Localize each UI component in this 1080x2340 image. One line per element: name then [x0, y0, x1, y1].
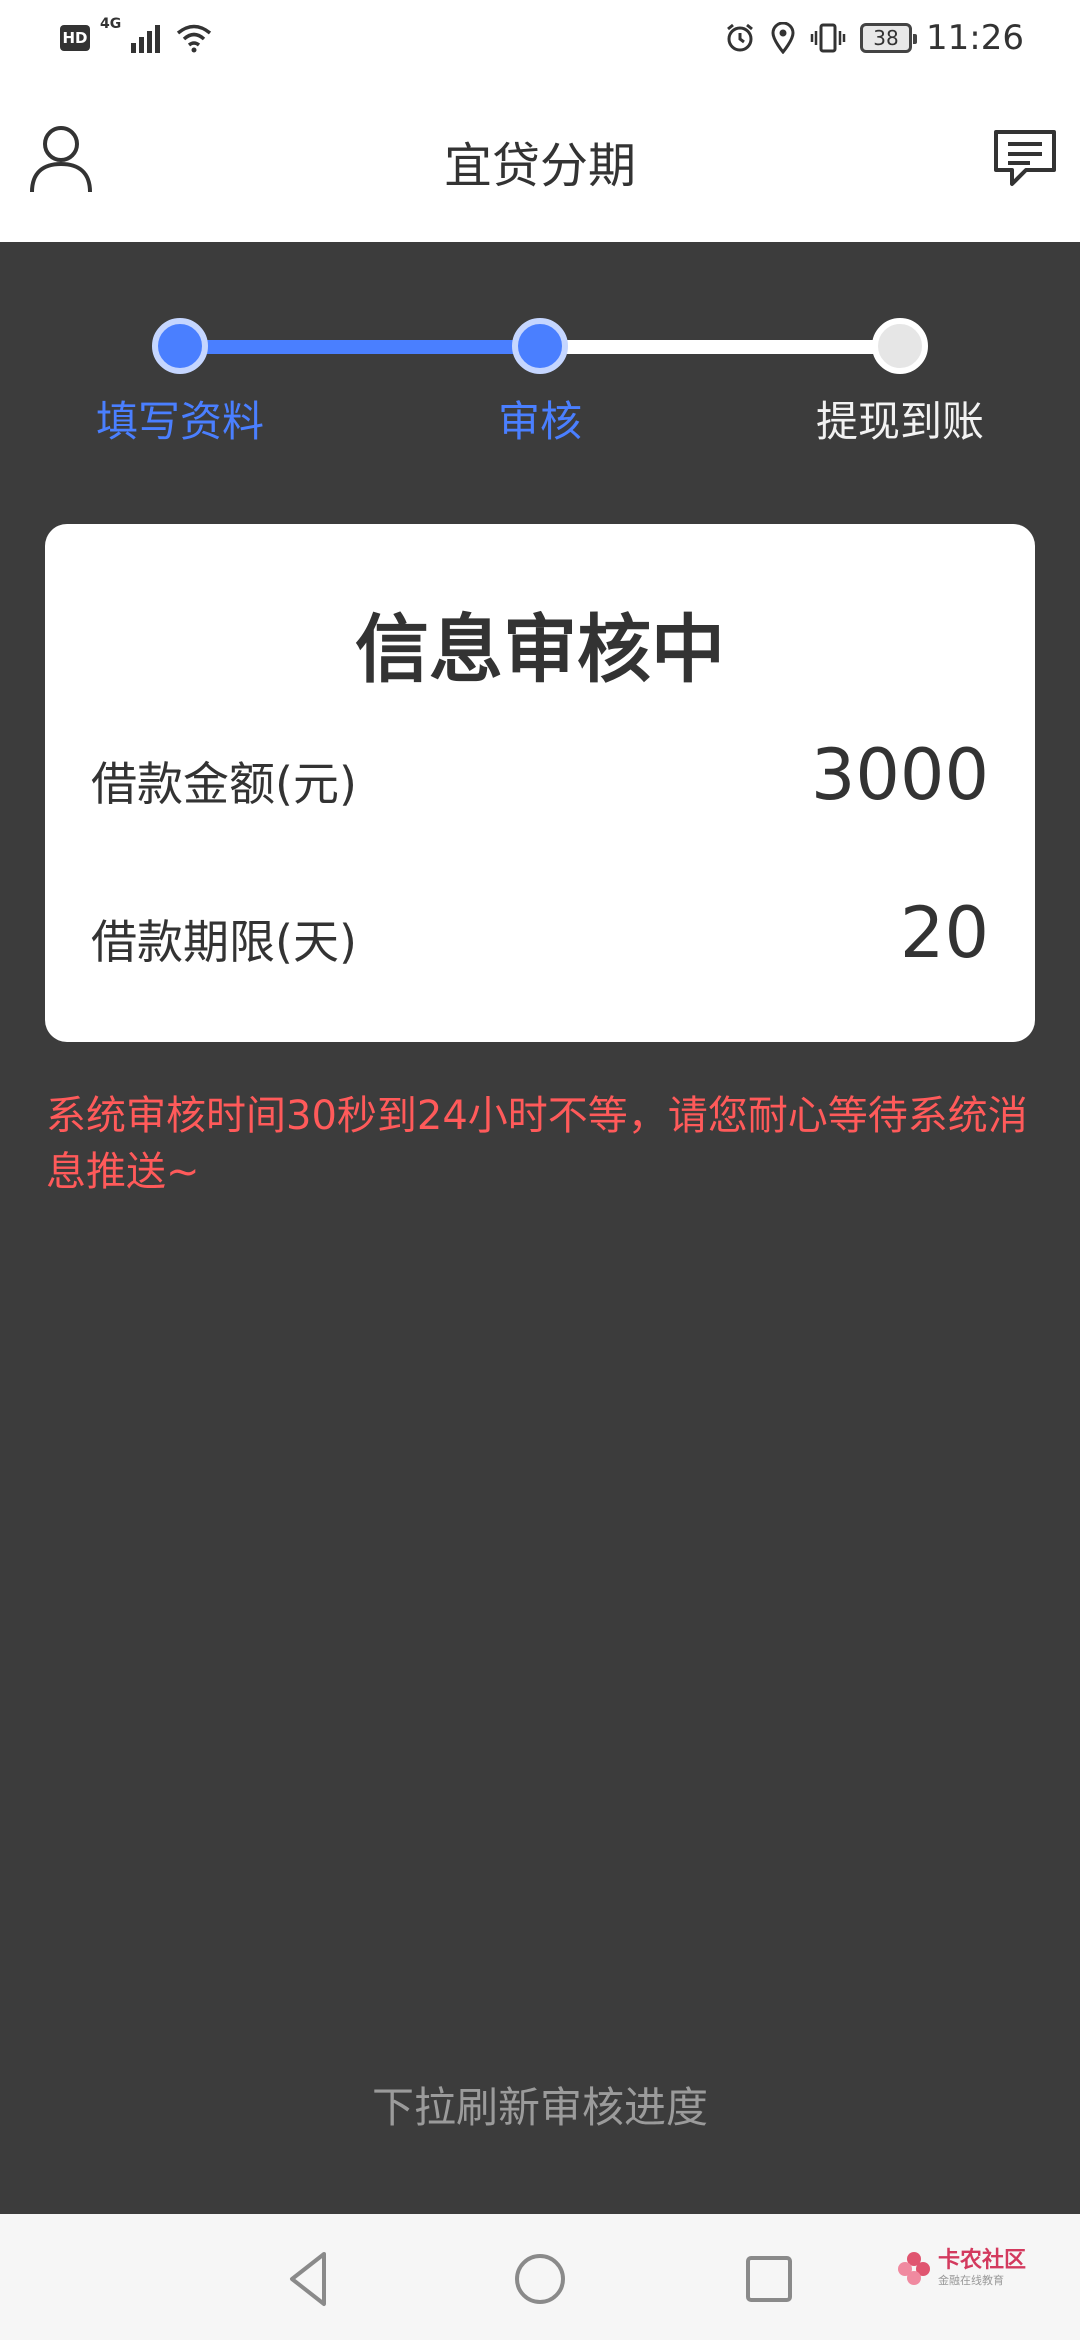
watermark-title: 卡农社区: [937, 2248, 1026, 2273]
hd-badge: HD: [60, 25, 90, 51]
loan-amount-value: 3000: [810, 734, 989, 816]
step-dot-review: [512, 318, 568, 374]
recent-square-icon: [746, 2256, 792, 2302]
step-connector-done: [180, 340, 540, 354]
battery-level: 38: [873, 26, 899, 50]
main-content[interactable]: 填写资料 审核 提现到账 信息审核中 借款金额(元) 3000 借款期限(天) …: [0, 242, 1080, 2214]
step-label-review: 审核: [497, 397, 582, 446]
wifi-icon: [177, 24, 212, 53]
location-icon: [771, 22, 795, 54]
vibrate-icon: [810, 23, 846, 53]
page-title: 宜贷分期: [443, 138, 636, 194]
progress-steps: 填写资料 审核 提现到账: [0, 242, 1080, 462]
card-title: 信息审核中: [355, 607, 725, 693]
loan-amount-label: 借款金额(元): [91, 757, 357, 811]
watermark-subtitle: 金融在线教育: [937, 2274, 1004, 2287]
loan-term-row: 借款期限(天) 20: [91, 888, 989, 978]
clock: 11:26: [926, 18, 1024, 58]
step-connector-pending: [540, 340, 900, 354]
review-notice: 系统审核时间30秒到24小时不等，请您耐心等待系统消息推送~: [46, 1093, 1028, 1195]
loan-term-label: 借款期限(天): [91, 915, 357, 969]
messages-button[interactable]: [990, 126, 1060, 192]
nav-home-button[interactable]: [505, 2244, 575, 2314]
alarm-icon: [727, 23, 753, 52]
step-dot-withdraw: [872, 318, 928, 374]
system-nav-bar: 卡农社区 金融在线教育: [0, 2214, 1080, 2340]
pull-to-refresh-hint: 下拉刷新审核进度: [371, 2083, 708, 2132]
message-icon: [994, 130, 1056, 186]
step-label-withdraw: 提现到账: [815, 397, 984, 446]
loan-term-value: 20: [899, 892, 989, 974]
signal-icon: [131, 25, 161, 53]
back-triangle-icon: [290, 2252, 326, 2306]
battery-indicator: 38: [860, 23, 918, 53]
nav-recent-apps-button[interactable]: [734, 2244, 804, 2314]
app-header: 宜贷分期: [0, 76, 1080, 242]
review-status-card: 信息审核中 借款金额(元) 3000 借款期限(天) 20: [45, 524, 1035, 1042]
step-dot-fill-info: [152, 318, 208, 374]
flower-logo-icon: [897, 2252, 930, 2285]
watermark: 卡农社区 金融在线教育: [896, 2250, 1026, 2286]
network-type: 4G: [100, 16, 122, 32]
home-circle-icon: [515, 2254, 565, 2304]
nav-back-button[interactable]: [274, 2244, 344, 2314]
loan-amount-row: 借款金额(元) 3000: [91, 730, 989, 820]
status-bar: HD 4G 38 11:26: [0, 0, 1080, 76]
step-label-fill-info: 填写资料: [95, 397, 264, 446]
